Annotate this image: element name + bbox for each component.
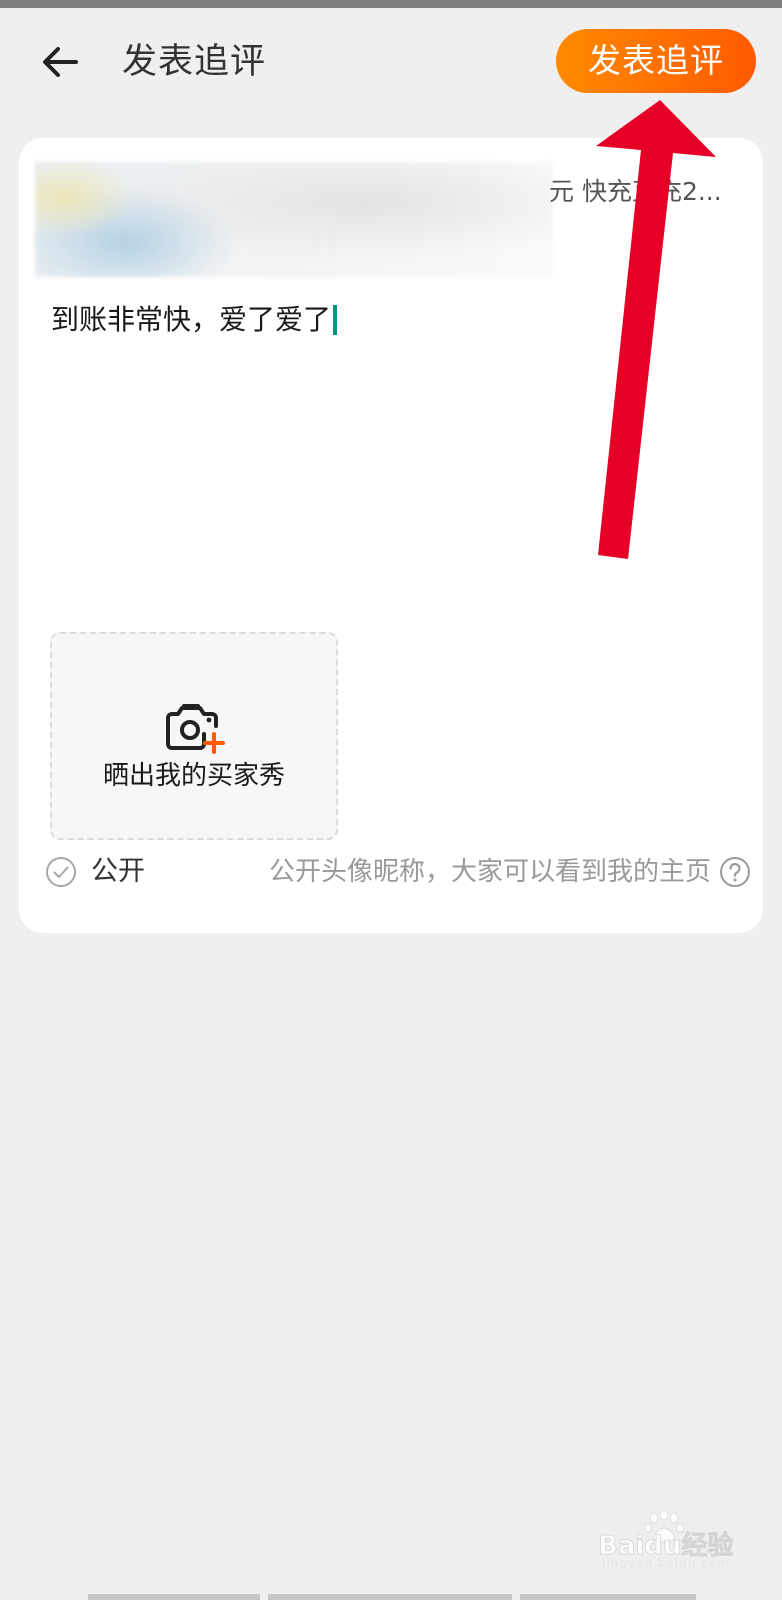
baidu-paw-logo: Baidu经验 bbox=[598, 1510, 734, 1560]
review-card: 元 快充直充2... 到账非常快，爱了爱了 晒出我的买家秀 公开 公开头像昵称，… bbox=[19, 138, 763, 933]
check-circle-icon[interactable] bbox=[45, 856, 77, 888]
public-description: 公开头像昵称，大家可以看到我的主页 bbox=[268, 857, 711, 887]
visibility-row: 公开 公开头像昵称，大家可以看到我的主页 bbox=[45, 852, 751, 896]
text-caret bbox=[333, 305, 338, 335]
review-text: 到账非常快，爱了爱了 bbox=[51, 303, 332, 336]
question-circle-icon[interactable] bbox=[719, 856, 751, 888]
nav-handle-right bbox=[520, 1594, 696, 1600]
product-thumbnail bbox=[35, 162, 553, 277]
status-bar-edge bbox=[0, 0, 782, 8]
review-input[interactable]: 到账非常快，爱了爱了 bbox=[51, 300, 338, 340]
photo-upload-label: 晒出我的买家秀 bbox=[102, 761, 285, 791]
public-toggle-label[interactable]: 公开 bbox=[91, 854, 145, 890]
publish-button[interactable]: 发表追评 bbox=[556, 29, 756, 93]
nav-handle-left bbox=[88, 1594, 260, 1600]
product-title: 元 快充直充2... bbox=[549, 177, 722, 206]
arrow-left-icon bbox=[43, 47, 78, 77]
photo-upload-button[interactable]: 晒出我的买家秀 bbox=[50, 632, 338, 840]
camera-plus-icon bbox=[166, 704, 225, 754]
page-title: 发表追评 bbox=[122, 42, 267, 82]
watermark-url: jingyan.baidu.com bbox=[602, 1556, 730, 1570]
back-button[interactable] bbox=[38, 40, 82, 84]
nav-handle-center bbox=[268, 1594, 512, 1600]
baidu-watermark: Baidu经验 jingyan.baidu.com bbox=[598, 1510, 748, 1580]
